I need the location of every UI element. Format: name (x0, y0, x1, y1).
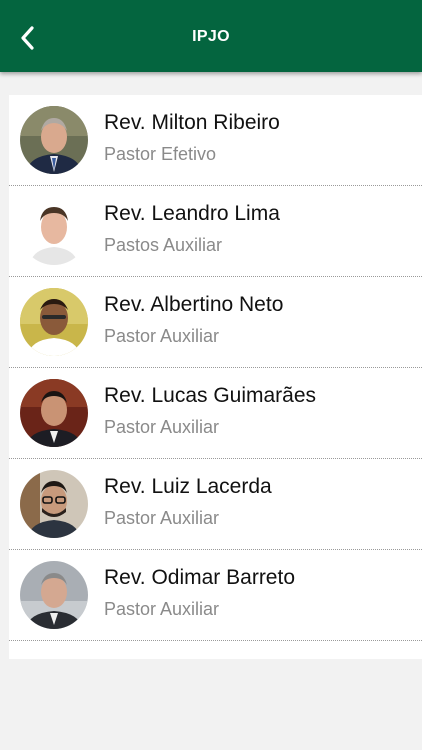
pastor-role: Pastor Efetivo (104, 144, 217, 164)
pastor-name: Rev. Odimar Barreto (104, 566, 295, 589)
pastor-role: Pastos Auxiliar (104, 235, 223, 255)
pastor-name: Rev. Leandro Lima (104, 202, 280, 225)
list-item[interactable]: Rev. Milton Ribeiro Pastor Efetivo (9, 95, 422, 186)
list-item[interactable]: Rev. Lucas Guimarães Pastor Auxiliar (9, 368, 422, 459)
pastor-name: Rev. Lucas Guimarães (104, 384, 317, 407)
pastor-role: Pastor Auxiliar (104, 599, 220, 619)
pastor-role: Pastor Auxiliar (104, 326, 220, 346)
list-item[interactable]: Rev. Luiz Lacerda Pastor Auxiliar (9, 459, 422, 550)
pastor-list: Rev. Milton Ribeiro Pastor Efetivo Rev. … (9, 95, 422, 659)
pastor-role: Pastor Auxiliar (104, 417, 220, 437)
pastor-name: Rev. Albertino Neto (104, 293, 284, 316)
avatar (20, 106, 88, 174)
page-title: IPJO (192, 28, 230, 45)
avatar (20, 288, 88, 356)
avatar (20, 379, 88, 447)
list-item[interactable]: Rev. Albertino Neto Pastor Auxiliar (9, 277, 422, 368)
avatar (20, 197, 88, 265)
list-item[interactable]: Rev. Leandro Lima Pastos Auxiliar (9, 186, 422, 277)
avatar (20, 470, 88, 538)
top-navigation-bar: IPJO (0, 0, 422, 72)
pastor-name: Rev. Luiz Lacerda (104, 475, 272, 498)
pastor-role: Pastor Auxiliar (104, 508, 220, 528)
pastor-name: Rev. Milton Ribeiro (104, 111, 280, 134)
list-item[interactable]: Rev. Odimar Barreto Pastor Auxiliar (9, 550, 422, 641)
avatar (20, 561, 88, 629)
